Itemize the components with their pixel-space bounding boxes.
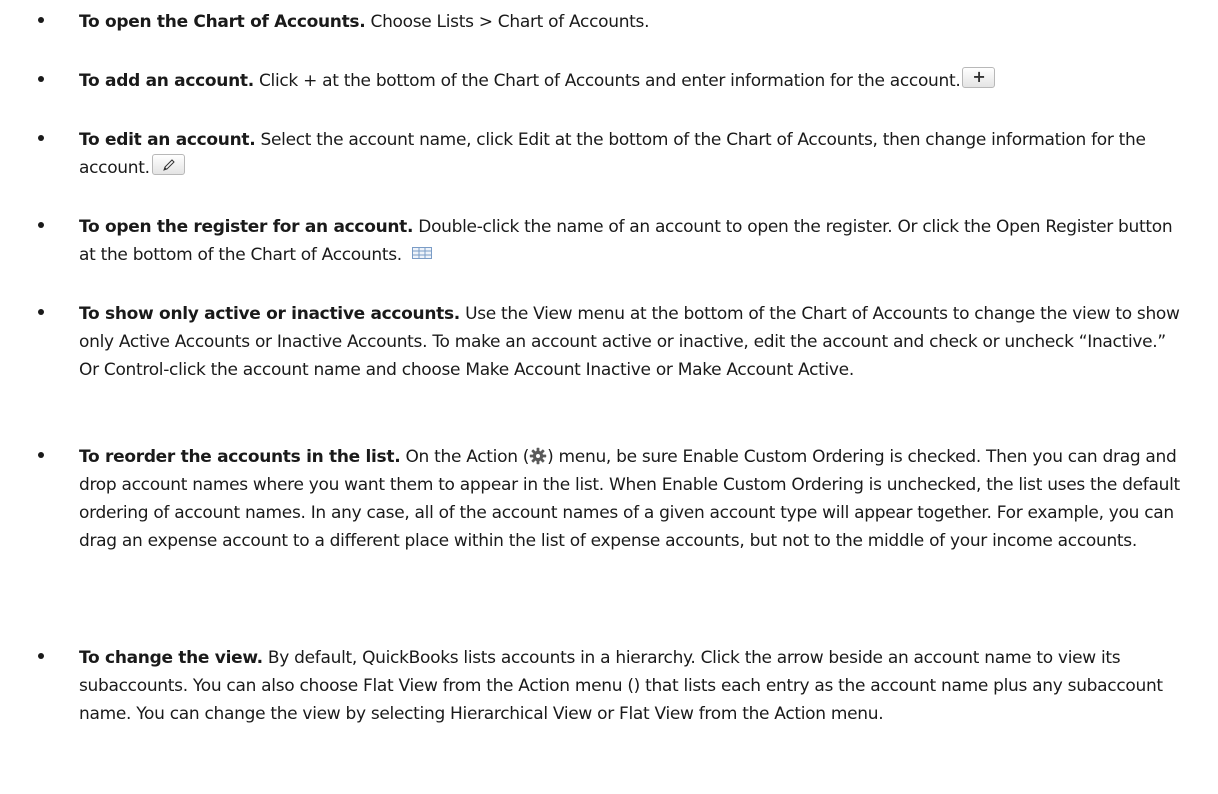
bullet [38,135,44,141]
bullet [38,653,44,659]
item-heading: To show only active or inactive accounts… [79,304,460,324]
plus-button-icon: + [962,67,996,88]
item-heading: To add an account. [79,71,254,91]
list-item-text: To show only active or inactive accounts… [79,300,1189,384]
item-heading: To edit an account. [79,130,256,150]
pencil-icon [151,154,185,175]
bullet [38,452,44,458]
item-heading: To reorder the accounts in the list. [79,447,401,467]
item-body: Choose Lists > Chart of Accounts. [365,12,650,32]
list-item-text: To open the register for an account. Dou… [79,213,1189,269]
list-item-text: To edit an account. Select the account n… [79,126,1189,182]
gear-icon [529,447,547,465]
bullet [38,309,44,315]
bullet [38,222,44,228]
list-item-text: To open the Chart of Accounts. Choose Li… [79,8,1189,36]
item-heading: To open the Chart of Accounts. [79,12,366,32]
item-body: Click + at the bottom of the Chart of Ac… [253,71,961,91]
item-body-start: On the Action ( [400,447,530,467]
list-item-text: To reorder the accounts in the list. On … [79,443,1189,555]
item-heading: To change the view. [79,648,263,668]
bullet [38,76,44,82]
bullet [38,17,44,23]
item-heading: To open the register for an account. [79,217,414,237]
list-item-text: To add an account. Click + at the bottom… [79,67,1189,95]
register-grid-icon [411,247,432,259]
list-item-text: To change the view. By default, QuickBoo… [79,644,1189,728]
